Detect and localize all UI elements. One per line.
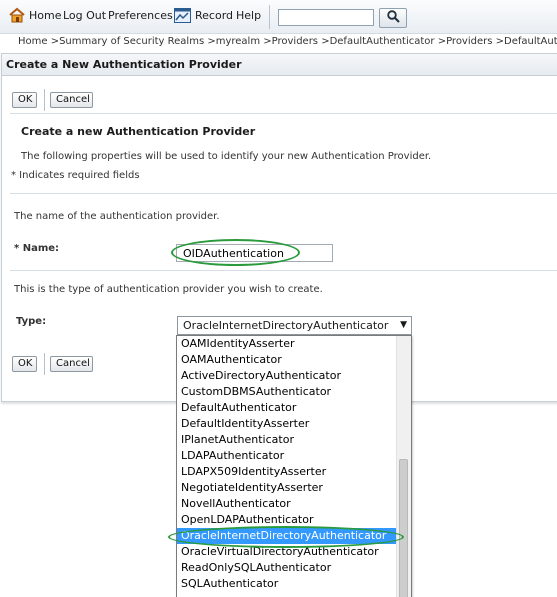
top-toolbar: Home Log Out Preferences Record Help bbox=[0, 0, 557, 34]
home-icon bbox=[8, 7, 26, 23]
dropdown-option[interactable]: DefaultAuthenticator bbox=[177, 400, 396, 416]
type-description: This is the type of authentication provi… bbox=[14, 284, 323, 295]
cancel-button-top[interactable]: Cancel bbox=[50, 92, 93, 108]
divider bbox=[10, 270, 557, 271]
name-description: The name of the authentication provider. bbox=[14, 211, 220, 222]
dropdown-option[interactable]: SQLAuthenticator bbox=[177, 576, 396, 592]
dropdown-option[interactable]: ActiveDirectoryAuthenticator bbox=[177, 368, 396, 384]
type-dropdown-list[interactable]: OAMIdentityAsserter OAMAuthenticator Activ… bbox=[176, 335, 412, 597]
dropdown-option[interactable]: CustomDBMSAuthenticator bbox=[177, 384, 396, 400]
dropdown-option[interactable]: OracleVirtualDirectoryAuthenticator bbox=[177, 544, 396, 560]
section-title: Create a new Authentication Provider bbox=[21, 125, 256, 138]
ok-button-bottom[interactable]: OK bbox=[12, 356, 37, 372]
search-icon bbox=[386, 10, 400, 26]
breadcrumb[interactable]: Home >Summary of Security Realms >myreal… bbox=[18, 36, 557, 50]
type-label: Type: bbox=[16, 316, 47, 327]
search-input[interactable] bbox=[278, 9, 374, 26]
scrollbar-thumb[interactable] bbox=[399, 459, 408, 597]
dropdown-option[interactable]: OpenLDAPAuthenticator bbox=[177, 512, 396, 528]
button-divider bbox=[44, 353, 45, 375]
dropdown-option[interactable]: OAMIdentityAsserter bbox=[177, 336, 396, 352]
dropdown-option[interactable]: OAMAuthenticator bbox=[177, 352, 396, 368]
help-link[interactable]: Help bbox=[236, 9, 261, 22]
home-label: Home bbox=[29, 8, 62, 22]
type-select[interactable]: OracleInternetDirectoryAuthenticator ▼ bbox=[177, 316, 412, 335]
preferences-link[interactable]: Preferences bbox=[108, 9, 173, 22]
dropdown-arrow-icon: ▼ bbox=[400, 320, 407, 330]
button-divider bbox=[44, 89, 45, 111]
cancel-button-bottom[interactable]: Cancel bbox=[50, 356, 93, 372]
dropdown-option[interactable]: LDAPX509IdentityAsserter bbox=[177, 464, 396, 480]
logout-label: Log Out bbox=[63, 9, 107, 22]
home-link[interactable]: Home bbox=[8, 7, 61, 23]
intro-text: The following properties will be used to… bbox=[21, 151, 432, 162]
name-field[interactable] bbox=[176, 244, 333, 262]
dropdown-option[interactable]: LDAPAuthenticator bbox=[177, 448, 396, 464]
divider bbox=[10, 193, 557, 194]
toolbar-divider bbox=[269, 5, 270, 29]
dropdown-option[interactable]: NegotiateIdentityAsserter bbox=[177, 480, 396, 496]
help-label: Help bbox=[236, 9, 262, 22]
dropdown-option[interactable]: ReadOnlySQLAuthenticator bbox=[177, 560, 396, 576]
ok-button-top[interactable]: OK bbox=[12, 92, 37, 108]
logout-link[interactable]: Log Out bbox=[63, 9, 106, 22]
search-button[interactable] bbox=[379, 8, 407, 28]
name-label: * Name: bbox=[14, 243, 60, 254]
type-selected-value: OracleInternetDirectoryAuthenticator bbox=[183, 319, 389, 332]
divider bbox=[10, 113, 557, 114]
preferences-label: Preferences bbox=[108, 9, 173, 22]
required-note: * Indicates required fields bbox=[11, 170, 140, 181]
dropdown-option[interactable]: IPlanetAuthenticator bbox=[177, 432, 396, 448]
panel-title: Create a New Authentication Provider bbox=[2, 54, 557, 76]
dropdown-options: OAMIdentityAsserter OAMAuthenticator Activ… bbox=[177, 336, 396, 592]
dropdown-option[interactable]: DefaultIdentityAsserter bbox=[177, 416, 396, 432]
dropdown-option[interactable]: OracleInternetDirectoryAuthenticator bbox=[177, 528, 396, 544]
record-label: Record bbox=[195, 9, 234, 22]
dropdown-option[interactable]: NovellAuthenticator bbox=[177, 496, 396, 512]
record-icon bbox=[174, 8, 191, 23]
dropdown-scrollbar[interactable] bbox=[396, 336, 411, 597]
record-link[interactable]: Record bbox=[174, 8, 233, 23]
